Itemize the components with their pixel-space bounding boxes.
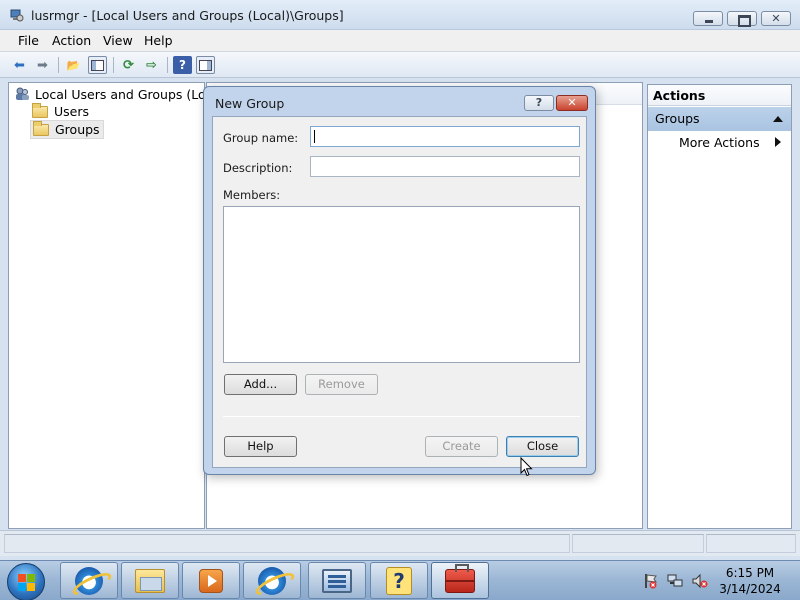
title-bar[interactable]: lusrmgr - [Local Users and Groups (Local… [0, 0, 800, 30]
menu-action[interactable]: Action [52, 33, 91, 48]
back-arrow-icon[interactable]: ⬅ [10, 56, 29, 74]
help-icon[interactable]: ? [173, 56, 192, 74]
tree-item-users[interactable]: Users [30, 102, 92, 120]
tree-root-item[interactable]: Local Users and Groups (Local) [14, 86, 229, 102]
text-caret [314, 130, 315, 143]
show-hide-tree-icon[interactable] [88, 56, 107, 74]
system-clock[interactable]: 6:15 PM 3/14/2024 [710, 565, 790, 597]
up-folder-icon[interactable]: 📂 [64, 56, 83, 74]
media-player-icon [199, 568, 223, 593]
close-icon: ✕ [771, 12, 781, 25]
status-bar [0, 530, 800, 556]
menu-file[interactable]: File [18, 33, 39, 48]
taskbar-internet-explorer-2[interactable] [243, 562, 301, 599]
console-tree[interactable]: Local Users and Groups (Local) Users Gro… [8, 82, 229, 529]
submenu-arrow-icon [775, 137, 781, 147]
menu-view[interactable]: View [103, 33, 133, 48]
group-name-input[interactable] [310, 126, 580, 147]
description-label: Description: [223, 161, 293, 175]
close-button[interactable]: Close [506, 436, 579, 457]
start-button[interactable] [7, 563, 45, 600]
network-icon[interactable] [667, 573, 683, 589]
remove-member-button[interactable]: Remove [305, 374, 378, 395]
toolbar-separator [113, 57, 114, 73]
minimize-icon [694, 12, 722, 25]
create-button[interactable]: Create [425, 436, 498, 457]
users-groups-icon [16, 87, 29, 100]
windows-explorer-icon [135, 568, 165, 593]
add-member-button[interactable]: Add... [224, 374, 297, 395]
export-list-icon[interactable]: ⇨ [142, 56, 161, 74]
actions-group-groups[interactable]: Groups [648, 107, 791, 131]
maximize-icon [728, 12, 756, 27]
taskbar-media-player[interactable] [182, 562, 240, 599]
taskbar-windows-explorer[interactable] [121, 562, 179, 599]
volume-icon[interactable] [692, 573, 708, 589]
taskbar-help-and-support[interactable]: ? [370, 562, 428, 599]
dialog-divider [223, 416, 580, 417]
tree-root-label: Local Users and Groups (Local) [35, 86, 229, 102]
remote-desktop-icon [322, 568, 352, 593]
group-name-label: Group name: [223, 131, 299, 145]
computer-management-icon [10, 9, 24, 22]
folder-icon [33, 120, 49, 136]
toolbar: ⬅ ➡ 📂 ⟳ ⇨ ? [0, 52, 800, 78]
mouse-pointer-icon [520, 457, 533, 477]
internet-explorer-icon [258, 566, 286, 595]
status-segment [572, 534, 704, 553]
tree-item-label: Users [54, 104, 90, 119]
toolbar-separator [167, 57, 168, 73]
clock-time: 6:15 PM [725, 566, 775, 580]
help-button[interactable]: Help [224, 436, 297, 457]
action-center-flag-icon[interactable] [642, 573, 658, 589]
menu-help[interactable]: Help [144, 33, 173, 48]
new-group-dialog: New Group ? ✕ Group name: Description: M… [203, 86, 596, 475]
taskbar-remote-desktop[interactable] [308, 562, 366, 599]
members-list[interactable] [223, 206, 580, 363]
minimize-button[interactable] [693, 11, 723, 26]
taskbar-internet-explorer[interactable] [60, 562, 118, 599]
toolbox-icon [445, 563, 475, 593]
actions-group-label: Groups [655, 111, 700, 126]
dialog-close-button[interactable]: ✕ [556, 95, 588, 111]
dialog-body: Group name: Description: Members: Add...… [212, 116, 587, 468]
members-label: Members: [223, 188, 281, 202]
status-segment [4, 534, 570, 553]
description-input[interactable] [310, 156, 580, 177]
menu-bar: File Action View Help [0, 30, 800, 52]
maximize-button[interactable] [727, 11, 757, 27]
show-hide-action-pane-icon[interactable] [196, 56, 215, 74]
window-title: lusrmgr - [Local Users and Groups (Local… [31, 8, 344, 23]
tree-item-label: Groups [55, 122, 100, 137]
taskbar-computer-management[interactable] [431, 562, 489, 599]
actions-pane: Actions Groups More Actions [647, 84, 792, 529]
dialog-title: New Group [215, 96, 285, 111]
question-icon: ? [535, 96, 543, 109]
actions-title: Actions [648, 85, 791, 106]
refresh-icon[interactable]: ⟳ [119, 56, 138, 74]
status-segment [706, 534, 796, 553]
close-icon: ✕ [567, 96, 577, 109]
tree-item-groups[interactable]: Groups [30, 120, 104, 139]
toolbar-separator [58, 57, 59, 73]
close-window-button[interactable]: ✕ [761, 11, 791, 26]
internet-explorer-icon [75, 566, 103, 595]
windows-logo-icon [18, 574, 35, 591]
clock-date: 3/14/2024 [719, 582, 781, 596]
forward-arrow-icon[interactable]: ➡ [33, 56, 52, 74]
collapse-arrow-icon[interactable] [773, 116, 783, 122]
more-actions-item[interactable]: More Actions [679, 135, 760, 150]
taskbar: ? 6:15 PM 3/14/2024 [0, 560, 800, 600]
dialog-help-button[interactable]: ? [524, 95, 554, 111]
help-and-support-icon: ? [386, 566, 412, 595]
folder-icon [32, 102, 48, 118]
